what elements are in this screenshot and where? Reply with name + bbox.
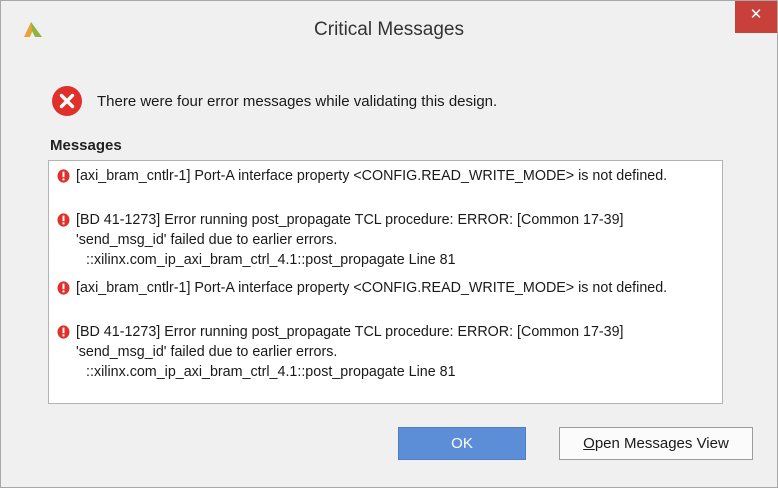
error-bullet-icon	[57, 213, 70, 227]
messages-label: Messages	[50, 137, 122, 154]
ok-button[interactable]: OK	[398, 427, 526, 460]
error-bullet-icon	[57, 169, 70, 183]
error-bullet-icon	[57, 281, 70, 295]
message-line: 'send_msg_id' failed due to earlier erro…	[76, 344, 338, 360]
messages-list[interactable]: [axi_bram_cntlr-1] Port-A interface prop…	[48, 160, 723, 404]
window-title: Critical Messages	[314, 19, 464, 40]
mnemonic-letter: O	[583, 435, 595, 452]
message-line: [BD 41-1273] Error running post_propagat…	[76, 324, 624, 340]
message-line: 'send_msg_id' failed due to earlier erro…	[76, 232, 338, 248]
error-icon	[52, 86, 82, 116]
close-button[interactable]: ✕	[735, 1, 777, 33]
message-line: [BD 41-1273] Error running post_propagat…	[76, 212, 624, 228]
error-bullet-icon	[57, 325, 70, 339]
title-bar[interactable]: Critical Messages ✕	[1, 1, 777, 45]
message-line: [axi_bram_cntlr-1] Port-A interface prop…	[76, 168, 668, 184]
message-line: ::xilinx.com_ip_axi_bram_ctrl_4.1::post_…	[86, 364, 456, 380]
critical-messages-dialog: Critical Messages ✕ There were four erro…	[0, 0, 778, 488]
message-line: [axi_bram_cntlr-1] Port-A interface prop…	[76, 280, 668, 296]
summary-text: There were four error messages while val…	[97, 93, 498, 110]
open-messages-view-button[interactable]: Open Messages View	[559, 427, 753, 460]
message-line: ::xilinx.com_ip_axi_bram_ctrl_4.1::post_…	[86, 252, 456, 268]
open-messages-view-label: pen Messages View	[594, 435, 729, 452]
